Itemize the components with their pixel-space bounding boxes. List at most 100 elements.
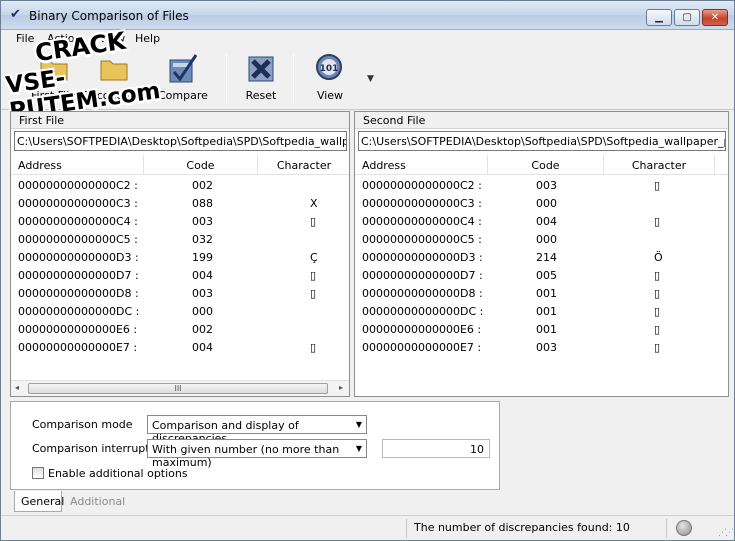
folder-icon bbox=[37, 52, 71, 86]
first-file-column-header: Address Code Character bbox=[11, 155, 349, 175]
table-row[interactable]: 00000000000000E6 : 002 bbox=[11, 320, 349, 338]
view-binary-icon: 101 bbox=[313, 52, 347, 86]
code-cell: 005 bbox=[536, 269, 557, 282]
table-row[interactable]: 00000000000000E6 : 001 ▯ bbox=[355, 320, 728, 338]
table-row[interactable]: 00000000000000DC : 001 ▯ bbox=[355, 302, 728, 320]
address-cell: 00000000000000DC : bbox=[18, 305, 140, 318]
table-row[interactable]: 00000000000000C5 : 000 bbox=[355, 230, 728, 248]
first-file-rows: 00000000000000C2 :002 00000000000000C3 :0… bbox=[11, 176, 349, 356]
reset-button[interactable]: Reset bbox=[244, 52, 278, 106]
second-file-path[interactable]: C:\Users\SOFTPEDIA\Desktop\Softpedia\SPD… bbox=[358, 131, 726, 151]
folder-icon bbox=[97, 52, 131, 86]
character-cell: ▯ bbox=[654, 269, 661, 282]
scroll-left-arrow-icon[interactable]: ◂ bbox=[15, 383, 19, 392]
second-file-rows: 00000000000000C2 : 003 ▯ 00000000000000C3 :… bbox=[355, 176, 728, 356]
address-cell: 00000000000000E7 : bbox=[362, 341, 482, 354]
address-cell: 00000000000000DC : bbox=[362, 305, 484, 318]
code-cell: 004 bbox=[192, 269, 213, 282]
character-cell: ▯ bbox=[310, 269, 317, 282]
menu-action[interactable]: Action bbox=[47, 32, 81, 45]
second-file-button[interactable]: Second File bbox=[83, 52, 145, 106]
close-button[interactable]: ✕ bbox=[702, 9, 728, 26]
chevron-down-icon: ▼ bbox=[355, 444, 362, 453]
address-cell: 00000000000000C4 : bbox=[18, 215, 138, 228]
status-separator bbox=[406, 519, 407, 538]
menu-help[interactable]: Help bbox=[135, 32, 160, 45]
first-file-panel: First File C:\Users\SOFTPEDIA\Desktop\So… bbox=[10, 111, 350, 397]
table-row[interactable]: 00000000000000C3 : 000 bbox=[355, 194, 728, 212]
table-row[interactable]: 00000000000000E7 : 003 ▯ bbox=[355, 338, 728, 356]
address-cell: 00000000000000C5 : bbox=[362, 233, 482, 246]
code-cell: 002 bbox=[192, 179, 213, 192]
code-cell: 003 bbox=[192, 287, 213, 300]
scroll-thumb[interactable]: III bbox=[28, 383, 328, 394]
table-row[interactable]: 00000000000000D8 : 003 ▯ bbox=[11, 284, 349, 302]
discrepancies-count: The number of discrepancies found: 10 bbox=[414, 521, 630, 534]
comparison-mode-select[interactable]: Comparison and display of discrepancies … bbox=[147, 415, 367, 445]
table-row[interactable]: 00000000000000D3 : 199 Ç bbox=[11, 248, 349, 266]
table-row[interactable]: 00000000000000D3 : 214 Ö bbox=[355, 248, 728, 266]
first-file-path[interactable]: C:\Users\SOFTPEDIA\Desktop\Softpedia\SPD… bbox=[14, 131, 347, 151]
column-character[interactable]: Character bbox=[604, 155, 715, 175]
first-file-hscrollbar[interactable]: ◂ III ▸ bbox=[11, 380, 349, 396]
scroll-right-arrow-icon[interactable]: ▸ bbox=[339, 383, 343, 392]
code-cell: 003 bbox=[536, 341, 557, 354]
reset-x-icon bbox=[244, 52, 278, 86]
address-cell: 00000000000000E6 : bbox=[18, 323, 138, 336]
table-row[interactable]: 00000000000000C5 : 032 bbox=[11, 230, 349, 248]
address-cell: 00000000000000C2 : bbox=[362, 179, 482, 192]
table-row[interactable]: 00000000000000C2 : 002 bbox=[11, 176, 349, 194]
table-row[interactable]: 00000000000000C3 : 088 X bbox=[11, 194, 349, 212]
table-row[interactable]: 00000000000000C4 : 003 ▯ bbox=[11, 212, 349, 230]
additional-options-label[interactable]: Enable additional options bbox=[48, 467, 188, 480]
app-checkmark-icon: ✔ bbox=[10, 7, 21, 22]
column-code[interactable]: Code bbox=[144, 155, 258, 175]
maximize-button[interactable]: ▢ bbox=[674, 9, 700, 26]
table-row[interactable]: 00000000000000D7 : 004 ▯ bbox=[11, 266, 349, 284]
status-separator bbox=[666, 519, 667, 538]
view-dropdown-arrow-icon[interactable]: ▼ bbox=[367, 74, 374, 84]
table-row[interactable]: 00000000000000D8 : 001 ▯ bbox=[355, 284, 728, 302]
tab-additional[interactable]: Additional bbox=[64, 491, 131, 512]
chevron-down-icon: ▼ bbox=[355, 420, 362, 429]
column-character[interactable]: Character bbox=[258, 155, 350, 175]
code-cell: 088 bbox=[192, 197, 213, 210]
interruption-number-input[interactable]: 10 bbox=[382, 439, 490, 458]
code-cell: 000 bbox=[536, 233, 557, 246]
code-cell: 000 bbox=[192, 305, 213, 318]
table-row[interactable]: 00000000000000E7 : 004 ▯ bbox=[11, 338, 349, 356]
comparison-interruption-select[interactable]: With given number (no more than maximum)… bbox=[147, 439, 367, 469]
additional-options-checkbox[interactable] bbox=[32, 467, 44, 479]
first-file-button[interactable]: First File bbox=[31, 52, 76, 106]
table-row[interactable]: 00000000000000DC : 000 bbox=[11, 302, 349, 320]
code-cell: 002 bbox=[192, 323, 213, 336]
comparison-mode-label: Comparison mode bbox=[32, 418, 133, 431]
character-cell: ▯ bbox=[654, 341, 661, 354]
character-cell: ▯ bbox=[310, 215, 317, 228]
first-file-title: First File bbox=[11, 112, 349, 129]
menu-bar: File Action View Help bbox=[1, 30, 734, 48]
column-address[interactable]: Address bbox=[355, 155, 488, 175]
column-address[interactable]: Address bbox=[11, 155, 144, 175]
code-cell: 000 bbox=[536, 197, 557, 210]
character-cell: ▯ bbox=[654, 323, 661, 336]
character-cell: ▯ bbox=[654, 215, 661, 228]
menu-view[interactable]: View bbox=[99, 32, 125, 45]
character-cell: X bbox=[310, 197, 318, 210]
minimize-button[interactable]: ▁ bbox=[646, 9, 672, 26]
table-row[interactable]: 00000000000000C4 : 004 ▯ bbox=[355, 212, 728, 230]
resize-grip-icon[interactable]: ⋰⋰ bbox=[718, 528, 734, 538]
compare-button[interactable]: Compare bbox=[158, 52, 208, 106]
view-button[interactable]: 101 View bbox=[313, 52, 347, 106]
address-cell: 00000000000000D3 : bbox=[18, 251, 139, 264]
code-cell: 214 bbox=[536, 251, 557, 264]
table-row[interactable]: 00000000000000D7 : 005 ▯ bbox=[355, 266, 728, 284]
table-row[interactable]: 00000000000000C2 : 003 ▯ bbox=[355, 176, 728, 194]
tab-general[interactable]: General bbox=[14, 491, 64, 512]
column-code[interactable]: Code bbox=[488, 155, 604, 175]
address-cell: 00000000000000D7 : bbox=[18, 269, 139, 282]
menu-file[interactable]: File bbox=[16, 32, 34, 45]
code-cell: 032 bbox=[192, 233, 213, 246]
title-bar[interactable]: ✔ Binary Comparison of Files ▁ ▢ ✕ bbox=[1, 1, 734, 30]
address-cell: 00000000000000D3 : bbox=[362, 251, 483, 264]
